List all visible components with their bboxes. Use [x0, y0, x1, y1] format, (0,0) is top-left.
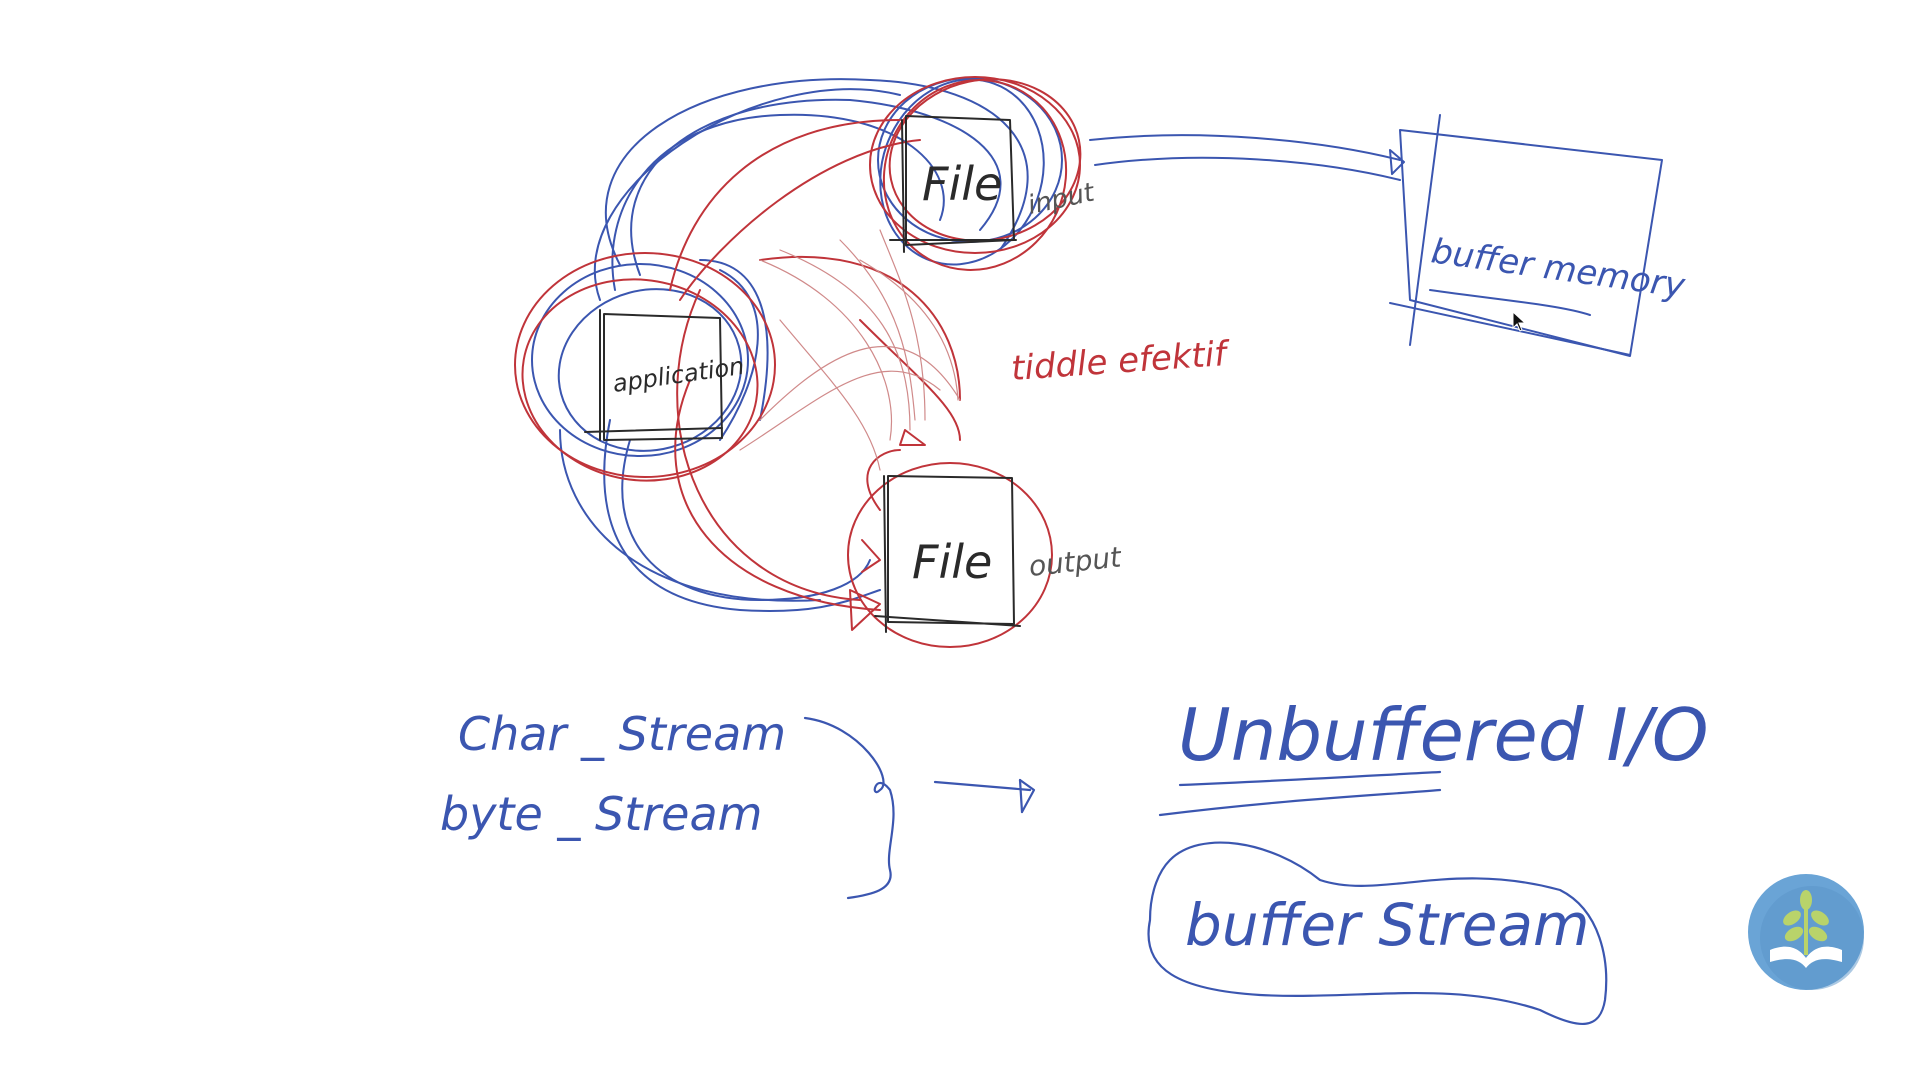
buffer-stream-label: buffer Stream	[1185, 891, 1590, 959]
byte-stream-label: byte _ Stream	[440, 787, 762, 841]
file-top-label: File	[922, 157, 1002, 211]
file-bottom-caption: output	[1027, 540, 1123, 583]
blue-loop-strokes	[531, 77, 1063, 612]
mouse-cursor-icon	[1512, 311, 1527, 332]
file-bottom-label: File	[912, 535, 992, 589]
sprout-book-logo	[1748, 874, 1864, 990]
application-label: application	[611, 352, 746, 398]
middle-note-label: tiddle efektif	[1010, 334, 1233, 389]
char-stream-label: Char _ Stream	[458, 707, 786, 761]
input-to-buffer-arrow	[1089, 134, 1405, 181]
to-unbuffered-arrow	[933, 778, 1036, 814]
bracket-stroke	[803, 716, 895, 900]
red-loop-strokes	[514, 76, 1082, 648]
whiteboard-canvas[interactable]: File input application File output tiddl…	[0, 0, 1920, 1080]
file-top-caption: input	[1025, 177, 1097, 220]
unbuffered-io-label: Unbuffered I/O	[1178, 693, 1709, 777]
unbuffered-underline	[1158, 770, 1442, 817]
